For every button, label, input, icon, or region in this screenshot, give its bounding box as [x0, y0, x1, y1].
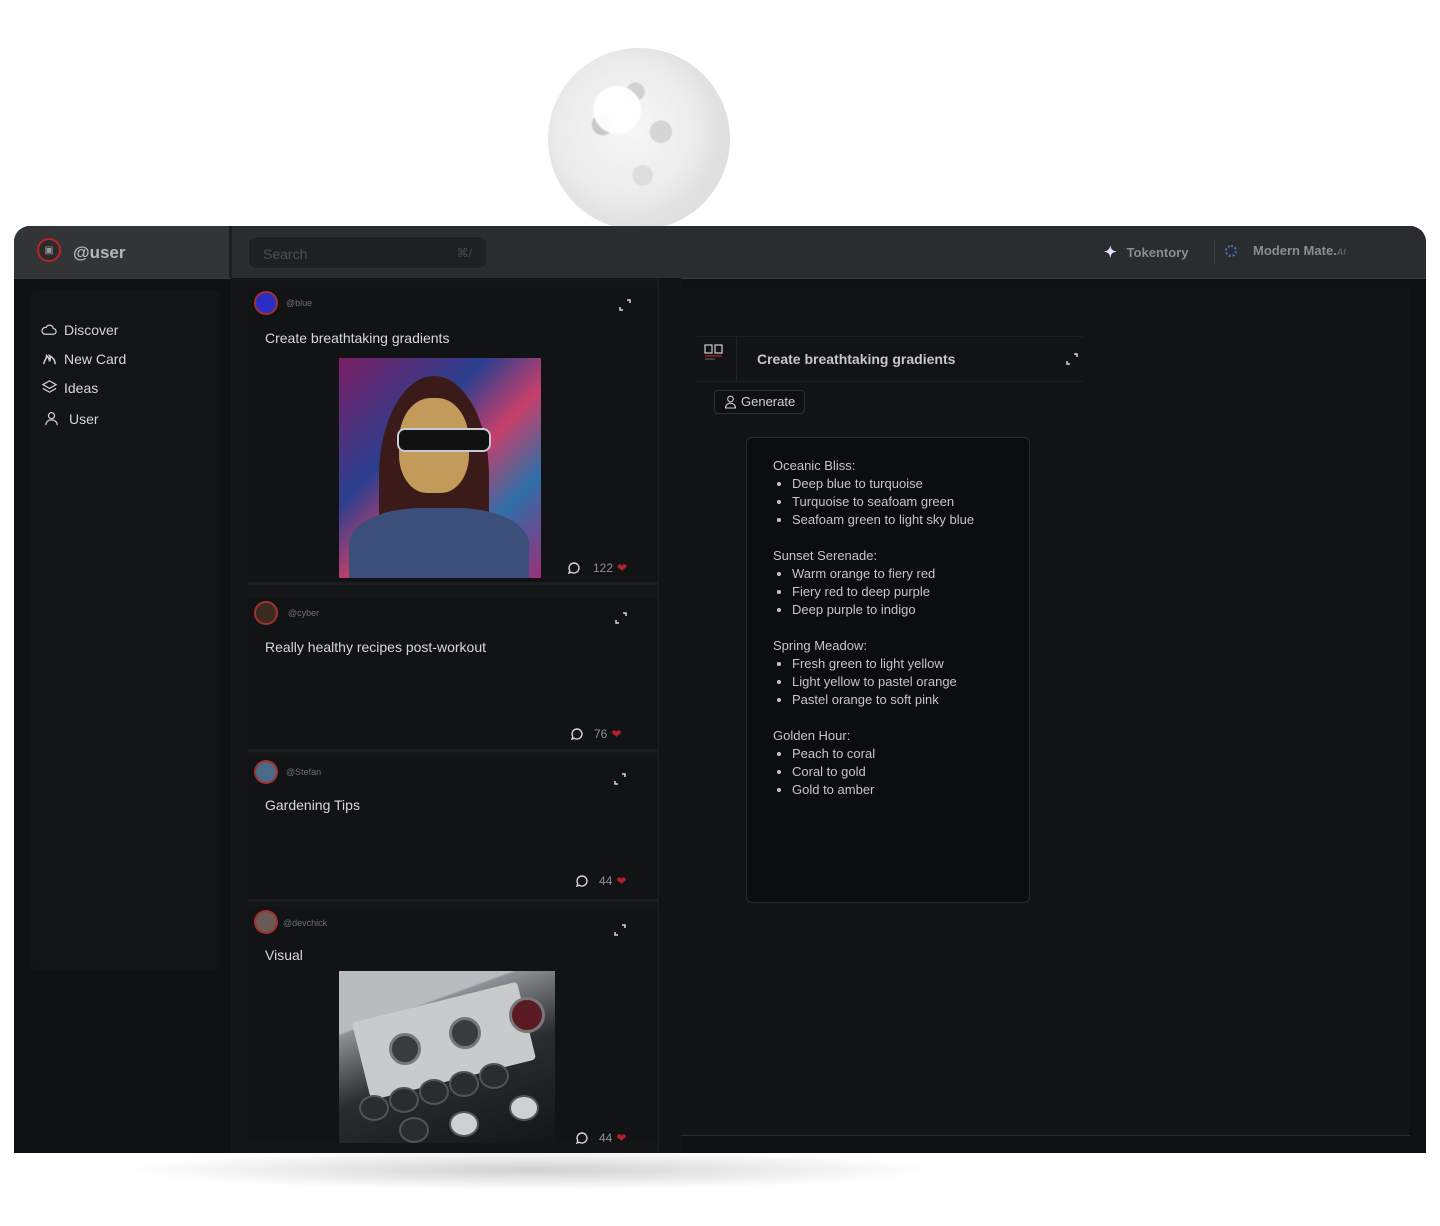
feed-card[interactable]: @blue Create breathtaking gradients 122 …: [248, 288, 658, 585]
detail-title: Create breathtaking gradients: [757, 351, 956, 367]
gradient-results: Oceanic Bliss: Deep blue to turquoise Tu…: [746, 437, 1030, 903]
column-divider: [658, 278, 681, 1153]
list-item: Fresh green to light yellow: [792, 655, 1003, 673]
sidebar-item-label: Ideas: [64, 379, 99, 396]
expand-icon[interactable]: [613, 772, 627, 786]
list-item: Seafoam green to light sky blue: [792, 511, 1003, 529]
group-title: Sunset Serenade:: [773, 548, 878, 563]
heart-icon[interactable]: ❤: [616, 1131, 626, 1145]
gradient-group: Sunset Serenade: Warm orange to fiery re…: [773, 547, 1003, 619]
comment-icon[interactable]: [567, 561, 581, 575]
list-item: Deep blue to turquoise: [792, 475, 1003, 493]
likes-count: 122: [593, 561, 614, 575]
expand-icon[interactable]: [618, 298, 632, 312]
heart-icon[interactable]: ❤: [617, 561, 627, 575]
expand-icon[interactable]: [613, 923, 627, 937]
card-handle[interactable]: @devchick: [283, 918, 327, 928]
sidebar: Discover New Card Ideas User: [30, 290, 220, 970]
comment-icon[interactable]: [570, 727, 584, 741]
sparkle-icon: ✦: [1104, 244, 1117, 261]
user-avatar[interactable]: ▣: [37, 238, 61, 262]
group-title: Golden Hour:: [773, 728, 851, 743]
card-layout-icon[interactable]: [703, 343, 725, 365]
search-box[interactable]: ⌘/: [248, 236, 487, 269]
brand-area[interactable]: ▣ @user: [14, 226, 232, 278]
list-item: Deep purple to indigo: [792, 601, 1003, 619]
sidebar-item-label: Discover: [64, 321, 119, 338]
card-stats: 44 ❤: [575, 1131, 626, 1145]
tokentory-link[interactable]: ✦ Tokentory: [1104, 243, 1188, 261]
feed-card[interactable]: @cyber Really healthy recipes post-worko…: [248, 598, 658, 752]
search-shortcut: ⌘/: [456, 246, 472, 260]
flame-icon: [43, 353, 56, 365]
card-title: Create breathtaking gradients: [265, 330, 450, 346]
avatar[interactable]: [254, 291, 278, 315]
group-title: Spring Meadow:: [773, 638, 867, 653]
header-separator: [736, 337, 737, 381]
globe-illustration: [548, 48, 730, 230]
card-handle[interactable]: @Stefan: [286, 767, 321, 777]
sidebar-item-label: New Card: [64, 350, 127, 367]
gradient-group: Golden Hour: Peach to coral Coral to gol…: [773, 727, 1003, 799]
list-item: Turquoise to seafoam green: [792, 493, 1003, 511]
card-stats: 76 ❤: [570, 727, 621, 741]
feed-card[interactable]: @Stefan Gardening Tips 44 ❤: [248, 756, 658, 902]
list-item: Gold to amber: [792, 781, 1003, 799]
sidebar-item-label: User: [69, 410, 99, 427]
card-title: Gardening Tips: [265, 797, 360, 813]
sidebar-item-ideas[interactable]: Ideas: [41, 379, 98, 396]
list-item: Fiery red to deep purple: [792, 583, 1003, 601]
card-handle[interactable]: @cyber: [288, 608, 319, 618]
card-image[interactable]: [339, 358, 541, 578]
modern-mate-link[interactable]: Modern Mate.AI: [1225, 243, 1346, 258]
user-icon: [45, 412, 58, 426]
detail-panel: Create breathtaking gradients Generate O…: [681, 288, 1410, 1136]
sidebar-item-new-card[interactable]: New Card: [41, 350, 126, 367]
cloud-icon: [41, 324, 57, 335]
list-item: Light yellow to pastel orange: [792, 673, 1003, 691]
layers-icon: [41, 380, 58, 393]
username-label: @user: [73, 243, 126, 262]
header-divider: [1214, 240, 1215, 264]
card-title: Really healthy recipes post-workout: [265, 639, 486, 655]
expand-icon[interactable]: [1065, 352, 1079, 366]
card-stats: 122 ❤: [567, 561, 627, 575]
comment-icon[interactable]: [575, 874, 589, 888]
feed-card[interactable]: @devchick Visual 44 ❤: [248, 907, 658, 1145]
likes-count: 76: [594, 727, 608, 741]
search-input[interactable]: [261, 243, 445, 265]
card-title: Visual: [265, 947, 303, 963]
group-title: Oceanic Bliss:: [773, 458, 856, 473]
detail-header: Create breathtaking gradients: [697, 336, 1083, 382]
generate-button[interactable]: Generate: [714, 390, 806, 414]
likes-count: 44: [599, 874, 613, 888]
sidebar-item-user[interactable]: User: [43, 410, 99, 427]
expand-icon[interactable]: [614, 611, 628, 625]
gradient-group: Spring Meadow: Fresh green to light yell…: [773, 637, 1003, 709]
comment-icon[interactable]: [575, 1131, 589, 1145]
list-item: Warm orange to fiery red: [792, 565, 1003, 583]
modern-mate-label: Modern Mate.AI: [1253, 243, 1346, 258]
avatar[interactable]: [254, 760, 278, 784]
list-item: Coral to gold: [792, 763, 1003, 781]
avatar[interactable]: [254, 601, 278, 625]
app-window: ▣ @user ⌘/ ✦ Tokentory Modern Mate.AI Di…: [14, 226, 1426, 1153]
card-stats: 44 ❤: [575, 874, 626, 888]
avatar[interactable]: [254, 910, 278, 934]
generate-label: Generate: [741, 394, 796, 409]
sidebar-item-discover[interactable]: Discover: [41, 321, 118, 338]
card-handle[interactable]: @blue: [286, 298, 312, 308]
window-shadow: [120, 1150, 940, 1190]
user-icon: [724, 395, 737, 409]
likes-count: 44: [599, 1131, 613, 1145]
top-bar: ▣ @user ⌘/ ✦ Tokentory Modern Mate.AI: [14, 226, 1426, 279]
tokentory-label: Tokentory: [1126, 244, 1189, 260]
card-image[interactable]: [339, 971, 555, 1143]
list-item: Peach to coral: [792, 745, 1003, 763]
heart-icon[interactable]: ❤: [611, 727, 621, 741]
loading-ring-icon: [1225, 244, 1237, 257]
gradient-group: Oceanic Bliss: Deep blue to turquoise Tu…: [773, 457, 1003, 529]
list-item: Pastel orange to soft pink: [792, 691, 1003, 709]
heart-icon[interactable]: ❤: [616, 874, 626, 888]
